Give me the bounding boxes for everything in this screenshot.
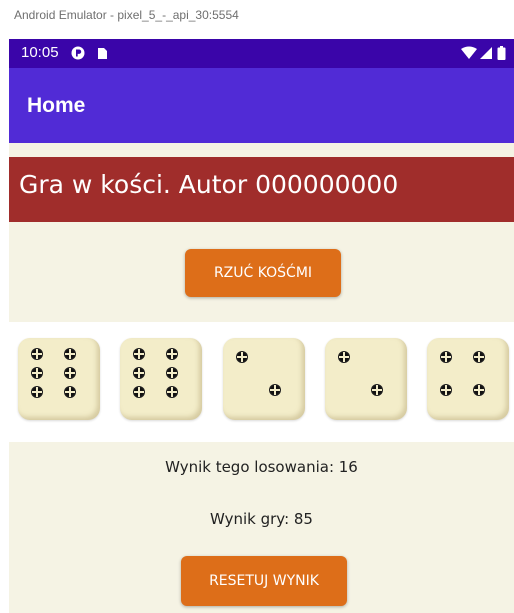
die-pip — [31, 367, 43, 379]
die-pip — [166, 367, 178, 379]
battery-icon — [497, 46, 506, 60]
wifi-icon — [461, 46, 477, 59]
app-bar-title: Home — [27, 94, 86, 117]
play-protect-icon — [71, 46, 85, 60]
die-pip — [269, 384, 281, 396]
die-4 — [325, 338, 407, 420]
die-pip — [64, 348, 76, 360]
die-pip — [31, 348, 43, 360]
signal-icon — [480, 47, 492, 59]
reset-score-button[interactable]: RESETUJ WYNIK — [181, 556, 347, 606]
die-5 — [427, 338, 509, 420]
app-bar: Home — [9, 68, 514, 143]
die-pip — [371, 384, 383, 396]
status-time: 10:05 — [21, 44, 59, 61]
header-text: Gra w kości. Autor 000000000 — [19, 170, 399, 199]
die-pip — [31, 386, 43, 398]
die-pip — [338, 351, 350, 363]
die-pip — [64, 367, 76, 379]
die-pip — [440, 351, 452, 363]
die-pip — [236, 351, 248, 363]
die-pip — [473, 351, 485, 363]
emulator-window-title: Android Emulator - pixel_5_-_api_30:5554 — [14, 8, 239, 22]
die-pip — [133, 386, 145, 398]
sd-card-icon — [98, 48, 107, 59]
die-2 — [120, 338, 202, 420]
roll-dice-button[interactable]: RZUĆ KOŚĆMI — [185, 249, 341, 297]
die-pip — [133, 367, 145, 379]
die-pip — [166, 386, 178, 398]
game-score-label: Wynik gry: 85 — [210, 510, 313, 528]
roll-score-label: Wynik tego losowania: 16 — [165, 458, 358, 476]
die-pip — [166, 348, 178, 360]
status-bar: 10:05 — [9, 39, 514, 68]
die-pip — [473, 384, 485, 396]
die-pip — [64, 386, 76, 398]
die-pip — [440, 384, 452, 396]
die-pip — [133, 348, 145, 360]
die-3 — [223, 338, 305, 420]
dice-row — [9, 322, 514, 442]
die-1 — [18, 338, 100, 420]
header-band: Gra w kości. Autor 000000000 — [9, 157, 514, 222]
